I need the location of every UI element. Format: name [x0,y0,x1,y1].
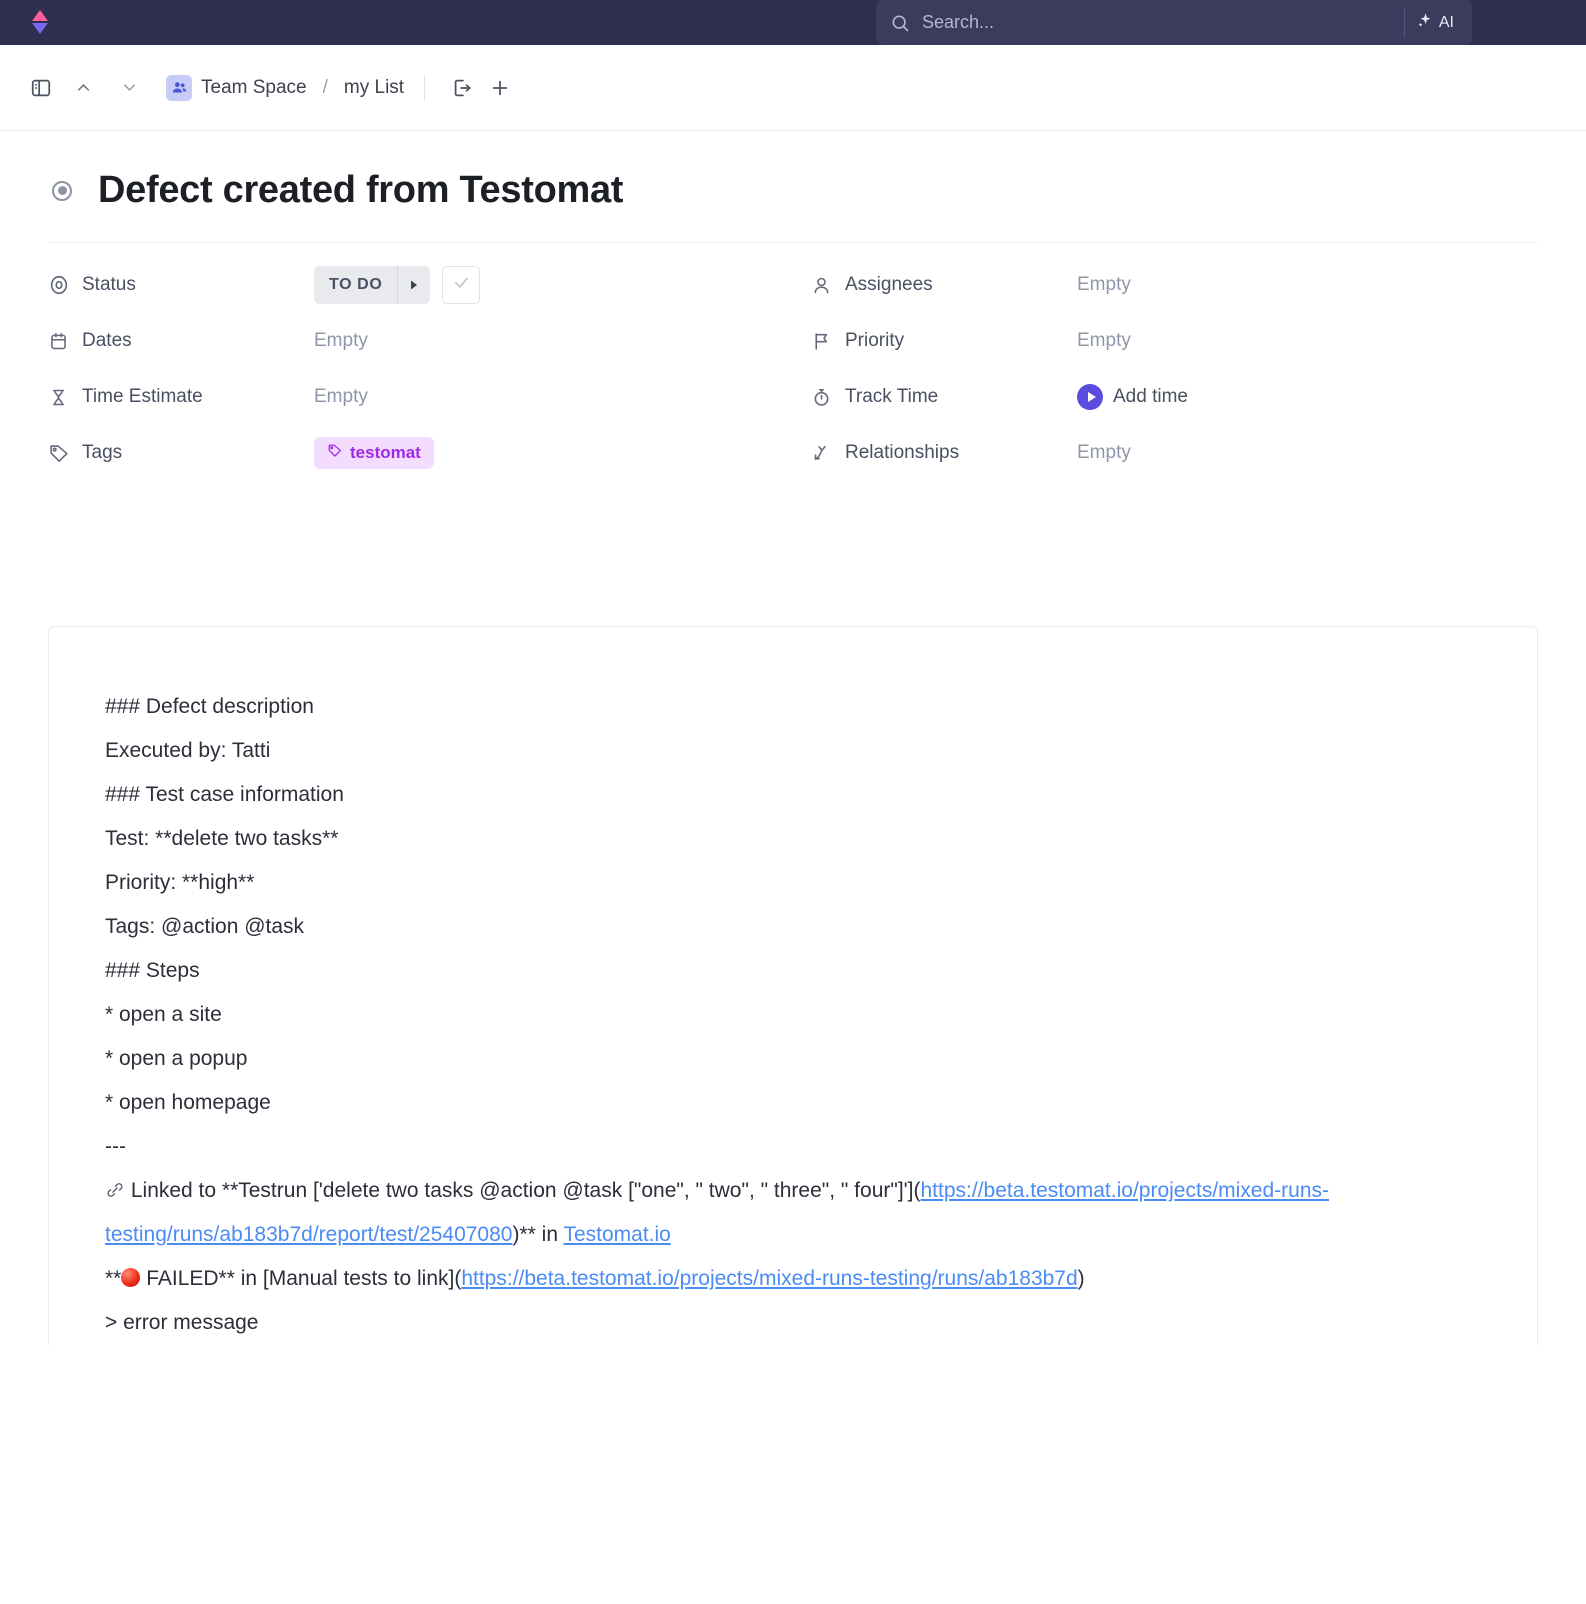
relationship-icon [811,443,845,464]
description-line: ### Steps [105,959,200,982]
property-label-priority: Priority [845,330,905,351]
property-row-relationships: Relationships Empty [811,425,1538,481]
check-icon [452,273,471,298]
people-icon[interactable] [166,74,192,101]
tag-chip-label: testomat [350,443,421,462]
description-line: * open homepage [105,1091,271,1114]
description-body[interactable]: ### Defect description Executed by: Tatt… [105,685,1481,1345]
page-title: Defect created from Testomat [98,169,624,211]
stopwatch-icon [811,387,845,408]
tag-icon [327,443,342,463]
failed-label-text: FAILED** in [Manual tests to link]( [140,1267,462,1290]
linked-suffix-text: )** in [512,1223,564,1246]
error-message-quote: > error message [105,1311,259,1334]
property-row-dates: Dates Empty [48,313,793,369]
description-line: Tags: @action @task [105,915,305,938]
panel-toggle-icon[interactable] [24,71,58,105]
properties-right-column: Assignees Empty Priority Empty Track Tim… [793,257,1538,481]
property-value-relationships[interactable]: Empty [1077,442,1131,464]
property-label-track-time: Track Time [845,386,939,407]
property-row-status: Status TO DO [48,257,793,313]
mark-complete-button[interactable] [442,266,481,304]
chevron-down-icon[interactable] [108,71,150,105]
breadcrumb: Team Space / my List [166,74,404,101]
property-row-tags: Tags testomat [48,425,793,481]
property-value-status: TO DO [314,266,481,304]
property-row-priority: Priority Empty [811,313,1538,369]
description-line: Priority: **high** [105,871,255,894]
description-card[interactable]: ### Defect description Executed by: Tatt… [48,626,1538,1345]
breadcrumb-toolbar: Team Space / my List [0,45,1586,131]
breadcrumb-space[interactable]: Team Space [201,77,307,99]
property-value-tags: testomat [314,437,434,469]
linked-testrun-paragraph: Linked to **Testrun ['delete two tasks @… [105,1169,1481,1257]
person-icon [811,275,845,296]
property-row-assignees: Assignees Empty [811,257,1538,313]
property-value-priority[interactable]: Empty [1077,330,1131,352]
add-time-button[interactable]: Add time [1077,384,1188,410]
property-value-time-estimate[interactable]: Empty [314,386,368,408]
search-icon [890,13,910,33]
description-line: Executed by: Tatti [105,739,271,762]
testomat-site-link[interactable]: Testomat.io [563,1223,670,1246]
calendar-icon [48,331,82,352]
status-badge[interactable]: TO DO [314,266,431,304]
property-label-tags: Tags [82,442,123,463]
failed-prefix-text: ** [105,1267,122,1290]
add-time-label: Add time [1113,386,1188,407]
status-circle-icon[interactable] [52,180,72,201]
logo-lower-chevron [32,22,48,34]
description-line: ### Defect description [105,695,314,718]
failed-status-paragraph: ** FAILED** in [Manual tests to link](ht… [105,1257,1481,1301]
top-navigation-bar: AI [0,0,1586,45]
property-label-status: Status [82,274,136,295]
link-icon [105,1179,131,1202]
property-label-relationships: Relationships [845,442,960,463]
task-detail-page: Defect created from Testomat Status TO D… [0,131,1586,1345]
property-value-track-time: Add time [1077,384,1188,410]
description-line: Test: **delete two tasks** [105,827,339,850]
property-value-dates[interactable]: Empty [314,330,368,352]
clickup-logo[interactable] [28,8,54,38]
linked-prefix-text: Linked to **Testrun ['delete two tasks @… [130,1179,921,1202]
ai-label: AI [1438,13,1454,31]
description-line: * open a popup [105,1047,248,1070]
property-value-assignees[interactable]: Empty [1077,274,1131,296]
search-input[interactable] [920,11,1404,34]
target-icon [48,274,82,296]
logo-upper-chevron [32,9,48,21]
global-search-bar[interactable]: AI [876,0,1472,45]
property-label-time-estimate: Time Estimate [82,386,203,407]
task-title-row: Defect created from Testomat [48,131,1538,242]
description-line: * open a site [105,1003,222,1026]
property-label-assignees: Assignees [845,274,933,295]
manual-tests-link[interactable]: https://beta.testomat.io/projects/mixed-… [461,1267,1077,1290]
breadcrumb-list[interactable]: my List [344,77,404,99]
hourglass-icon [48,387,82,408]
property-label-dates: Dates [82,330,132,351]
tag-icon [48,443,82,464]
property-row-time-estimate: Time Estimate Empty [48,369,793,425]
toolbar-divider [424,74,426,101]
caret-right-icon[interactable] [398,266,430,304]
ai-button[interactable]: AI [1405,12,1472,34]
task-properties: Status TO DO Dates Empty Time Estimate E… [48,242,1538,481]
open-in-new-icon[interactable] [445,71,479,105]
description-divider: --- [105,1135,126,1158]
status-badge-label: TO DO [329,276,383,293]
breadcrumb-separator: / [322,76,328,98]
properties-left-column: Status TO DO Dates Empty Time Estimate E… [48,257,793,481]
chevron-up-icon[interactable] [62,71,104,105]
plus-icon[interactable] [483,71,517,105]
flag-icon [811,331,845,352]
tag-chip[interactable]: testomat [314,437,434,469]
failed-suffix-text: ) [1077,1267,1085,1290]
property-row-track-time: Track Time Add time [811,369,1538,425]
sparkle-icon [1417,12,1434,34]
play-icon [1077,384,1103,410]
red-circle-icon [121,1268,141,1287]
description-line: ### Test case information [105,783,344,806]
